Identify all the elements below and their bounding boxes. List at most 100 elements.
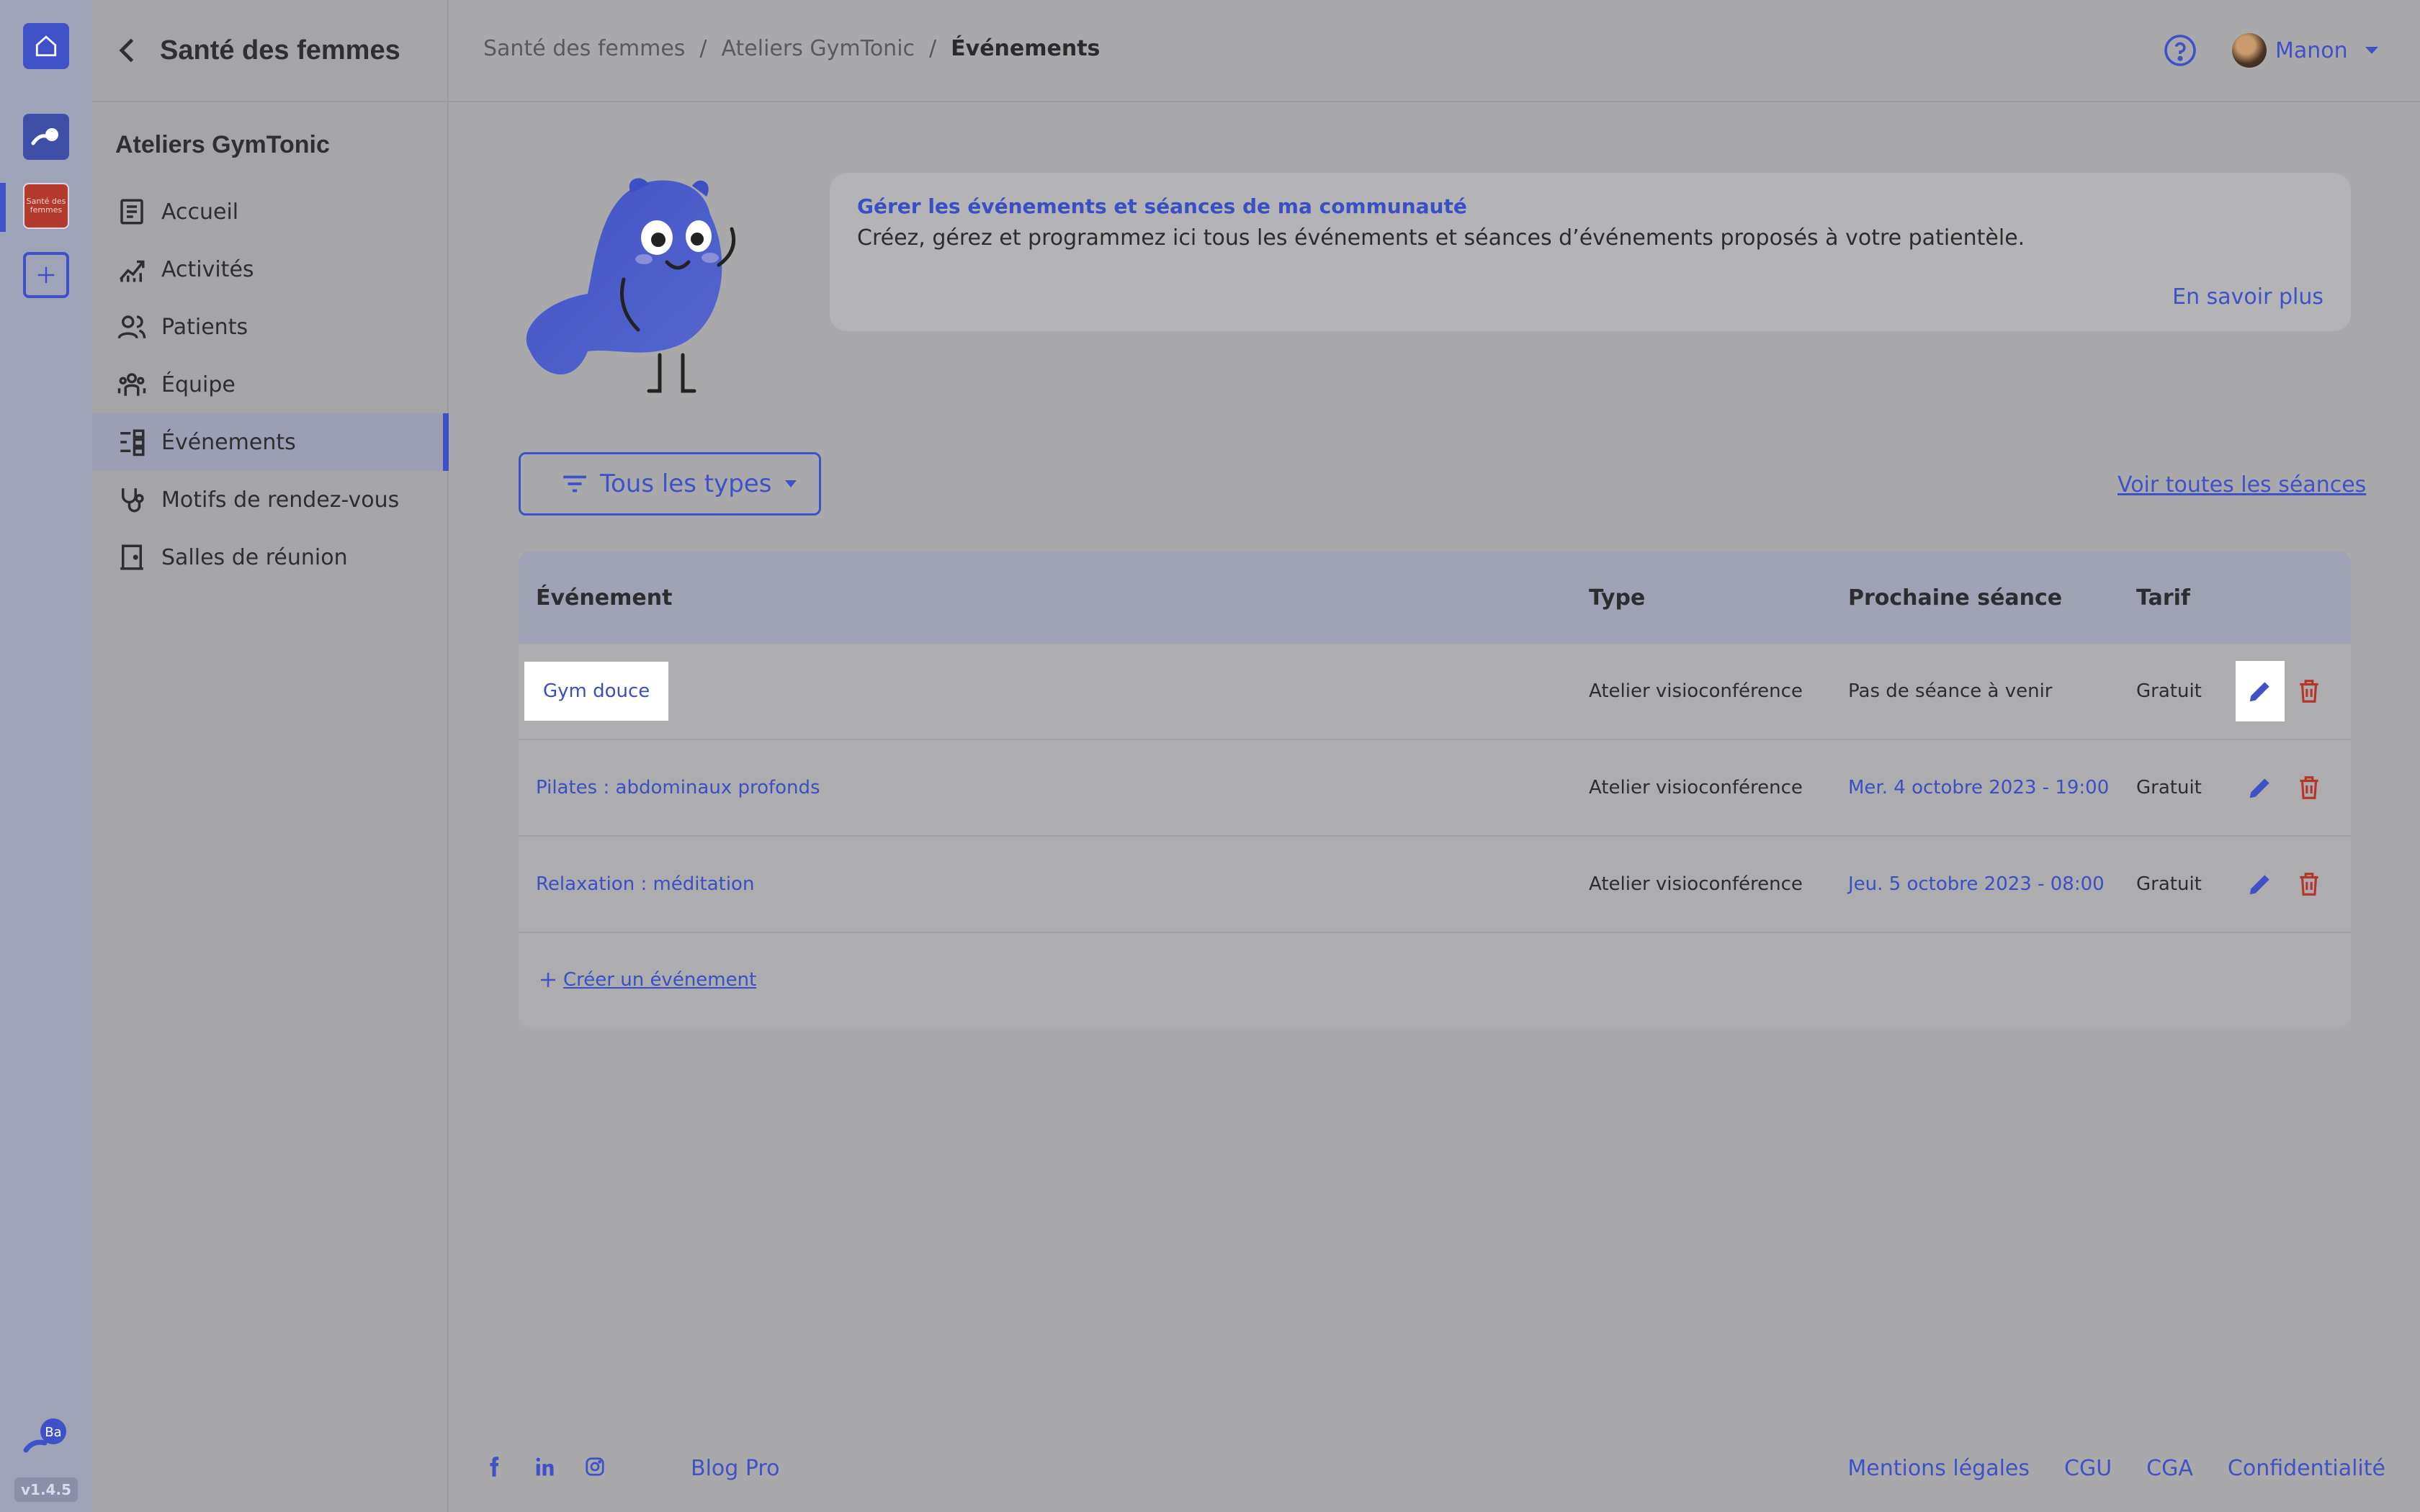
type-filter-dropdown[interactable]: Tous les types xyxy=(519,452,821,516)
topbar: Santé des femmes / Ateliers GymTonic / É… xyxy=(449,0,2420,102)
event-type: Atelier visioconférence xyxy=(1589,777,1803,798)
social-links xyxy=(483,1456,606,1477)
sidebar-section-title: Ateliers GymTonic xyxy=(115,131,330,158)
sidebar-item-label: Équipe xyxy=(161,372,236,397)
ba-workspace-button[interactable] xyxy=(23,114,69,160)
document-icon xyxy=(120,199,143,225)
pencil-icon xyxy=(2249,778,2269,798)
info-text: Créez, gérez et programmez ici tous les … xyxy=(857,225,2025,251)
sidebar-item-accueil[interactable]: Accueil xyxy=(92,183,447,240)
cga-link[interactable]: CGA xyxy=(2146,1456,2193,1481)
sidebar-title: Santé des femmes xyxy=(160,35,400,66)
sidebar: Santé des femmes Ateliers GymTonic Accue… xyxy=(92,0,449,1512)
breadcrumb-item-community[interactable]: Ateliers GymTonic xyxy=(722,36,915,61)
sidebar-item-label: Salles de réunion xyxy=(161,544,348,570)
breadcrumb-item-current: Événements xyxy=(951,36,1101,61)
sidebar-header: Santé des femmes xyxy=(92,0,447,102)
learn-more-link[interactable]: En savoir plus xyxy=(2172,284,2323,310)
pencil-icon xyxy=(2249,875,2269,895)
delete-button[interactable] xyxy=(2285,661,2334,721)
row-actions xyxy=(2236,854,2334,914)
sidebar-item-patients[interactable]: Patients xyxy=(92,298,447,356)
info-title: Gérer les événements et séances de ma co… xyxy=(857,194,1467,218)
event-name-link[interactable]: Relaxation : méditation xyxy=(536,873,754,895)
avatar xyxy=(2232,33,2267,68)
cgu-link[interactable]: CGU xyxy=(2064,1456,2112,1481)
instagram-icon[interactable] xyxy=(584,1456,606,1477)
create-event-button[interactable]: Créer un événement xyxy=(519,933,2351,1027)
sidebar-item-salles[interactable]: Salles de réunion xyxy=(92,528,447,586)
next-session[interactable]: Mer. 4 octobre 2023 - 19:00 xyxy=(1848,777,2109,798)
user-menu[interactable]: Manon xyxy=(2232,33,2380,68)
add-workspace-button[interactable] xyxy=(23,252,69,298)
breadcrumb-separator: / xyxy=(699,36,707,61)
version-badge: v1.4.5 xyxy=(14,1477,78,1502)
table-row: Relaxation : méditation Atelier visiocon… xyxy=(519,837,2351,933)
footer: Blog Pro Mentions légales CGU CGA Confid… xyxy=(449,1447,2420,1490)
edit-button[interactable] xyxy=(2236,854,2285,914)
edit-button[interactable] xyxy=(2236,661,2285,721)
facebook-icon[interactable] xyxy=(483,1456,505,1477)
home-icon xyxy=(35,35,57,57)
stethoscope-icon xyxy=(122,488,144,513)
plus-icon xyxy=(37,266,55,284)
header-next-session: Prochaine séance xyxy=(1848,585,2063,611)
logo-text: Ba xyxy=(45,1425,61,1440)
rail-active-indicator xyxy=(0,183,6,232)
ba-brand-logo: Ba xyxy=(20,1416,72,1456)
sidebar-item-label: Motifs de rendez-vous xyxy=(161,487,400,513)
row-actions xyxy=(2236,661,2334,721)
sidebar-item-label: Patients xyxy=(161,314,248,340)
breadcrumb-separator: / xyxy=(929,36,937,61)
create-event-label: Créer un événement xyxy=(563,969,757,991)
events-icon xyxy=(120,429,145,456)
plus-icon xyxy=(541,973,555,987)
org-logo-text: Santé des femmes xyxy=(26,197,66,215)
edit-button[interactable] xyxy=(2236,757,2285,818)
see-all-sessions-link[interactable]: Voir toutes les séances xyxy=(2118,472,2366,498)
event-type: Atelier visioconférence xyxy=(1589,873,1803,895)
delete-button[interactable] xyxy=(2285,854,2334,914)
header-type: Type xyxy=(1589,585,1646,611)
filter-icon xyxy=(563,475,586,492)
event-tarif: Gratuit xyxy=(2136,873,2202,895)
sidebar-item-evenements[interactable]: Événements xyxy=(92,413,449,471)
linkedin-icon[interactable] xyxy=(534,1456,555,1477)
mentions-legales-link[interactable]: Mentions légales xyxy=(1847,1456,2030,1481)
sidebar-nav: Accueil Activités Patients Équipe Événem… xyxy=(92,183,449,586)
sidebar-item-label: Événements xyxy=(161,429,296,455)
breadcrumb-item-org[interactable]: Santé des femmes xyxy=(483,36,685,61)
caret-down-icon xyxy=(785,480,797,487)
header-tarif: Tarif xyxy=(2136,585,2190,611)
info-card: Gérer les événements et séances de ma co… xyxy=(830,173,2351,331)
table-header: Événement Type Prochaine séance Tarif xyxy=(519,552,2351,644)
next-session[interactable]: Jeu. 5 octobre 2023 - 08:00 xyxy=(1848,873,2105,895)
legal-links: Mentions légales CGU CGA Confidentialité xyxy=(1847,1456,2385,1481)
event-tarif: Gratuit xyxy=(2136,777,2202,798)
mascot-illustration xyxy=(526,178,736,393)
sidebar-item-label: Accueil xyxy=(161,199,239,225)
ba-logo-icon xyxy=(31,128,58,145)
table-row: Gym douce Atelier visioconférence Pas de… xyxy=(519,644,2351,740)
delete-button[interactable] xyxy=(2285,757,2334,818)
user-name: Manon xyxy=(2275,37,2348,63)
people-icon xyxy=(117,315,146,339)
sidebar-item-activites[interactable]: Activités xyxy=(92,240,447,298)
trash-icon xyxy=(2300,873,2318,896)
breadcrumb: Santé des femmes / Ateliers GymTonic / É… xyxy=(483,36,1100,61)
event-name-link[interactable]: Gym douce xyxy=(524,662,669,721)
trash-icon xyxy=(2300,776,2318,799)
org-workspace-button[interactable]: Santé des femmes xyxy=(23,183,69,229)
row-actions xyxy=(2236,757,2334,818)
blog-pro-link[interactable]: Blog Pro xyxy=(691,1456,779,1481)
back-arrow-icon[interactable] xyxy=(112,35,144,66)
sidebar-item-motifs[interactable]: Motifs de rendez-vous xyxy=(92,471,447,528)
trash-icon xyxy=(2300,680,2318,703)
team-icon xyxy=(117,373,146,396)
next-session: Pas de séance à venir xyxy=(1848,680,2053,702)
confidentialite-link[interactable]: Confidentialité xyxy=(2228,1456,2385,1481)
help-icon[interactable] xyxy=(2163,33,2197,68)
event-name-link[interactable]: Pilates : abdominaux profonds xyxy=(536,777,820,798)
home-button[interactable] xyxy=(23,23,69,69)
sidebar-item-equipe[interactable]: Équipe xyxy=(92,356,447,413)
